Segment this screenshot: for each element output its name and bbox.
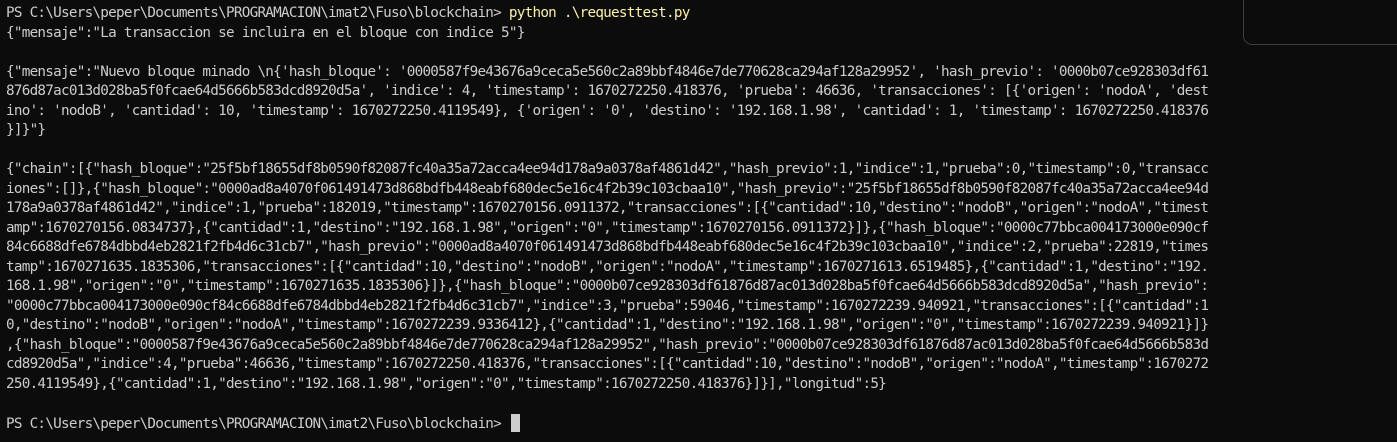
command-text: python .\requesttest.py	[508, 5, 690, 21]
output-line: {"chain":[{"hash_bloque":"25f5bf18655df8…	[6, 161, 1209, 177]
terminal-window[interactable]: PS C:\Users\peper\Documents\PROGRAMACION…	[0, 0, 1397, 442]
output-line: cd8920d5a","indice":4,"prueba":46636,"ti…	[6, 356, 1209, 372]
overlay-panel	[1243, 0, 1397, 45]
active-prompt-line[interactable]: PS C:\Users\peper\Documents\PROGRAMACION…	[6, 413, 1397, 434]
output-line: "0000c77bbca004173000e090cf84c6688dfe678…	[6, 297, 1209, 314]
output-line: 178a9a0378af4861d42","indice":1,"prueba"…	[6, 200, 1209, 216]
output-line: 0,"destino":"nodoB","origen":"nodoA","ti…	[6, 317, 1209, 333]
output-line: 84c6688dfe6784dbbd4eb2821f2fb4d6c31cb7",…	[6, 239, 1209, 255]
prompt: PS C:\Users\peper\Documents\PROGRAMACION…	[6, 415, 509, 432]
text-cursor	[510, 413, 520, 432]
output-line: iones":[]},{"hash_bloque":"0000ad8a4070f…	[6, 180, 1209, 197]
output-line: {"mensaje":"La transaccion se incluira e…	[6, 24, 525, 41]
output-line: 168.1.98","origen":"0","timestamp":16702…	[6, 278, 1209, 294]
output-line: {"mensaje":"Nuevo bloque minado \n{'hash…	[6, 63, 1209, 80]
output-line: }]}"}	[6, 122, 46, 138]
output-line: amp":1670270156.0834737},{"cantidad":1,"…	[6, 219, 1209, 236]
output-line: 876d87ac013d028ba5f0fcae64d5666b583dcd89…	[6, 83, 1209, 99]
output-line: 250.4119549},{"cantidad":1,"destino":"19…	[6, 375, 887, 392]
output-line: tamp":1670271635.1835306,"transacciones"…	[6, 258, 1209, 275]
prompt: PS C:\Users\peper\Documents\PROGRAMACION…	[6, 5, 509, 21]
command-line: PS C:\Users\peper\Documents\PROGRAMACION…	[6, 4, 1397, 24]
output-line: ino': 'nodoB', 'cantidad': 10, 'timestam…	[6, 102, 1209, 119]
output-line: ,{"hash_bloque":"0000587f9e43676a9ceca5e…	[6, 336, 1209, 353]
